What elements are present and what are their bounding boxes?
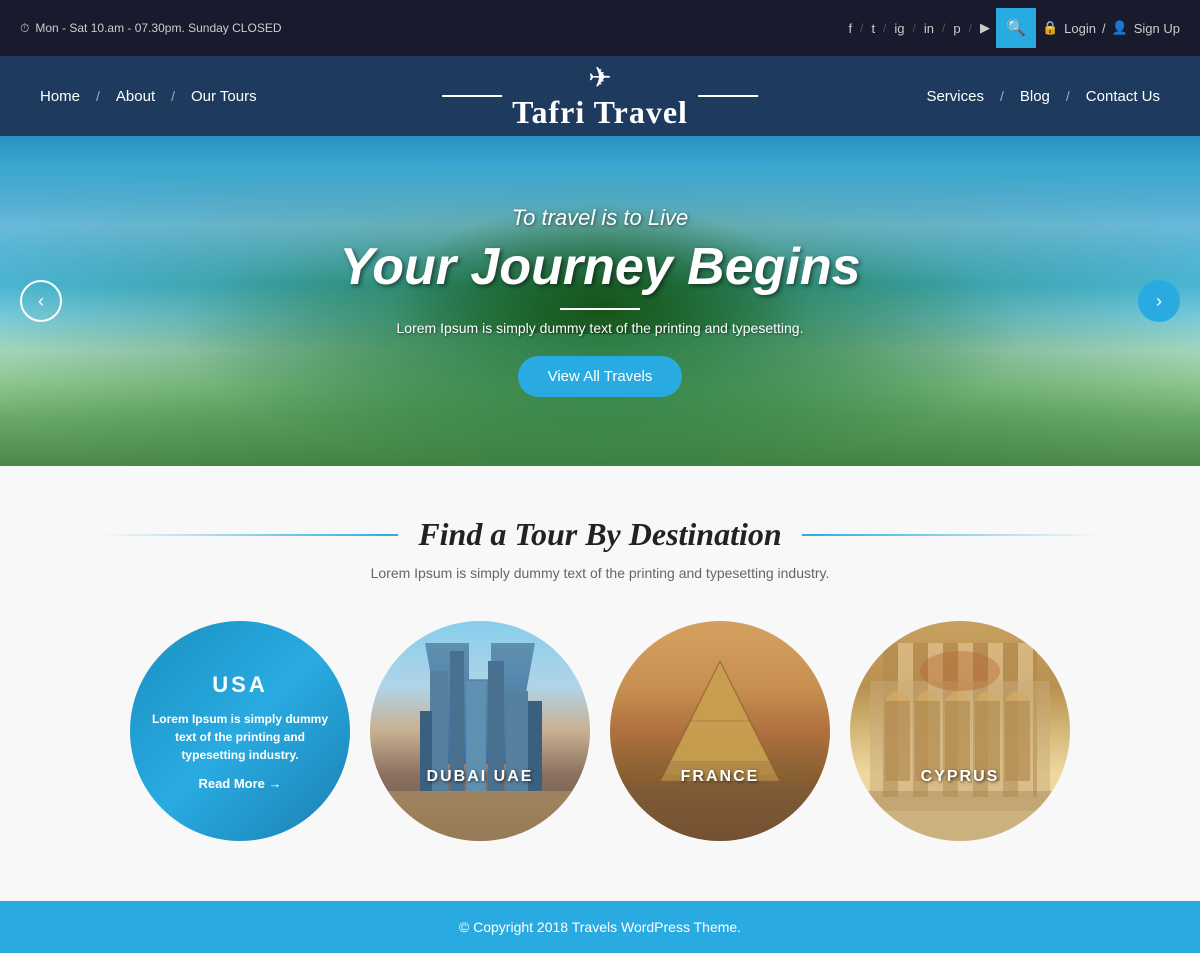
usa-name: USA [212, 672, 267, 698]
hero-title: Your Journey Begins [339, 239, 860, 296]
hero-description: Lorem Ipsum is simply dummy text of the … [339, 320, 860, 336]
usa-description: Lorem Ipsum is simply dummy text of the … [150, 710, 330, 764]
chevron-left-icon: ‹ [38, 291, 44, 312]
destination-france[interactable]: FRANCE [610, 621, 830, 841]
cyprus-label: CYPRUS [850, 768, 1070, 786]
logo: ✈ Tafri Travel [442, 61, 758, 131]
hero-divider [560, 308, 640, 310]
logo-plane-icon: ✈ [512, 61, 688, 94]
destination-dubai[interactable]: DUBAI UAE [370, 621, 590, 841]
hours-text: Mon - Sat 10.am - 07.30pm. Sunday CLOSED [35, 21, 281, 35]
login-link[interactable]: Login [1064, 21, 1096, 36]
destination-usa[interactable]: USA Lorem Ipsum is simply dummy text of … [130, 621, 350, 841]
france-bg: FRANCE [610, 621, 830, 841]
nav-services[interactable]: Services [926, 88, 984, 105]
section-line-left [98, 534, 398, 536]
hero-prev-button[interactable]: ‹ [20, 280, 62, 322]
cyprus-bg: CYPRUS [850, 621, 1070, 841]
instagram-icon[interactable]: ig [894, 21, 904, 36]
lock-icon: 🔒 [1042, 20, 1058, 36]
section-line-right [802, 534, 1102, 536]
hero-subtitle: To travel is to Live [339, 205, 860, 231]
nav-home[interactable]: Home [40, 88, 80, 105]
top-bar: ⏱ Mon - Sat 10.am - 07.30pm. Sunday CLOS… [0, 0, 1200, 56]
user-icon: 👤 [1112, 20, 1128, 36]
france-pyramid-icon [610, 621, 830, 841]
hero-section: ‹ To travel is to Live Your Journey Begi… [0, 136, 1200, 466]
logo-title: Tafri Travel [512, 94, 688, 131]
signup-link[interactable]: Sign Up [1134, 21, 1180, 36]
nav-right: Services / Blog / Contact Us [926, 88, 1160, 105]
clock-icon: ⏱ [20, 21, 29, 36]
footer-copyright: © Copyright 2018 Travels WordPress Theme… [459, 919, 741, 935]
section-title-row: Find a Tour By Destination [60, 516, 1140, 553]
destinations-grid: USA Lorem Ipsum is simply dummy text of … [60, 621, 1140, 841]
destination-cyprus[interactable]: CYPRUS [850, 621, 1070, 841]
nav-about[interactable]: About [116, 88, 155, 105]
dubai-bg: DUBAI UAE [370, 621, 590, 841]
twitter-icon[interactable]: t [871, 21, 875, 36]
facebook-icon[interactable]: f [848, 21, 852, 36]
dubai-skyline-icon [370, 621, 590, 841]
section-description: Lorem Ipsum is simply dummy text of the … [60, 565, 1140, 581]
pinterest-icon[interactable]: p [953, 21, 960, 36]
nav-blog[interactable]: Blog [1020, 88, 1050, 105]
view-all-travels-button[interactable]: View All Travels [518, 356, 683, 397]
youtube-icon[interactable]: ▶ [980, 20, 990, 36]
destinations-section: Find a Tour By Destination Lorem Ipsum i… [0, 466, 1200, 901]
auth-links: 🔒 Login / 👤 Sign Up [1042, 20, 1180, 36]
nav-our-tours[interactable]: Our Tours [191, 88, 257, 105]
footer: © Copyright 2018 Travels WordPress Theme… [0, 901, 1200, 953]
logo-line-left [442, 95, 502, 97]
search-button[interactable]: 🔍 [996, 8, 1036, 48]
cyprus-arches-icon [850, 621, 1070, 841]
nav-contact-us[interactable]: Contact Us [1086, 88, 1160, 105]
social-links: f / t / ig / in / p / ▶ [848, 20, 989, 36]
chevron-right-icon: › [1156, 291, 1162, 312]
usa-read-more[interactable]: Read More → [198, 776, 281, 791]
top-bar-hours: ⏱ Mon - Sat 10.am - 07.30pm. Sunday CLOS… [20, 21, 282, 36]
france-label: FRANCE [610, 768, 830, 786]
dubai-label: DUBAI UAE [370, 768, 590, 786]
logo-line-right [698, 95, 758, 97]
section-title: Find a Tour By Destination [418, 516, 781, 553]
hero-content: To travel is to Live Your Journey Begins… [339, 205, 860, 397]
navbar: Home / About / Our Tours ✈ Tafri Travel … [0, 56, 1200, 136]
section-header: Find a Tour By Destination Lorem Ipsum i… [60, 516, 1140, 581]
linkedin-icon[interactable]: in [924, 21, 934, 36]
nav-left: Home / About / Our Tours [40, 88, 257, 105]
hero-next-button[interactable]: › [1138, 280, 1180, 322]
